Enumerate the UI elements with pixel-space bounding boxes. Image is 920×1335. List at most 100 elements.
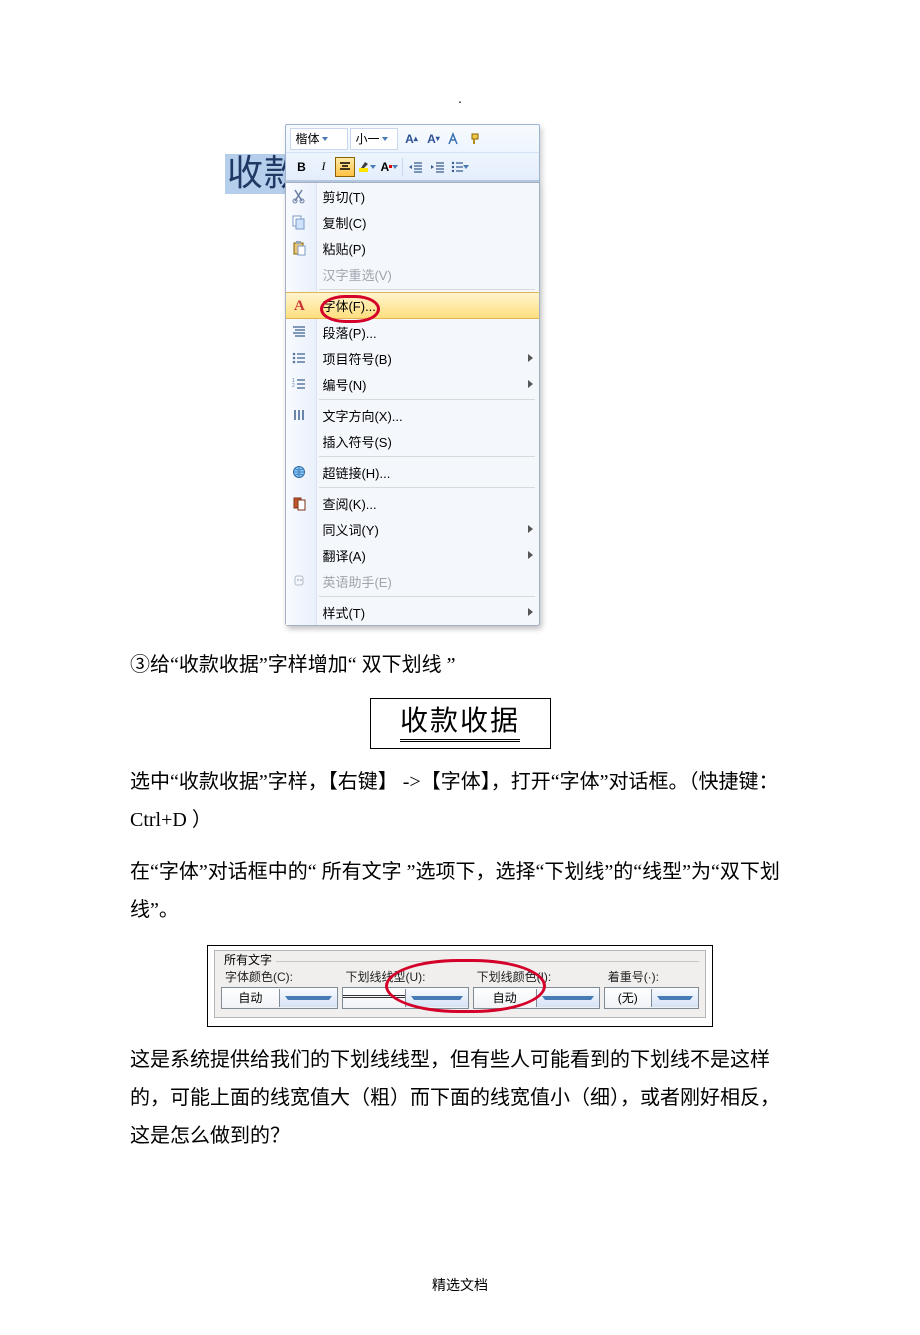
receipt-sample-text: 收款收据 — [400, 706, 520, 742]
lookup-icon — [289, 493, 309, 513]
font-size-value: 小一 — [355, 130, 379, 147]
menu-item-paste[interactable]: 粘贴(P) — [286, 235, 539, 261]
menu-item-lookup[interactable]: 查阅(K)... — [286, 490, 539, 516]
chevron-down-icon — [651, 989, 698, 1007]
decrease-indent-button[interactable] — [406, 157, 426, 177]
submenu-arrow-icon — [528, 354, 533, 362]
chevron-down-icon — [279, 989, 337, 1007]
paragraph-3: 这是系统提供给我们的下划线线型，但有些人可能看到的下划线不是这样的，可能上面的线… — [130, 1041, 790, 1155]
align-center-button[interactable] — [335, 157, 355, 177]
menu-label: 复制(C) — [322, 213, 366, 232]
figure-font-dialog-snippet: 所有文字 字体颜色(C): 自动 下划线线型(U): — [207, 945, 713, 1027]
receipt-sample-box: 收款收据 — [370, 698, 551, 749]
font-dialog-icon: A — [289, 296, 309, 316]
text-direction-icon — [289, 405, 309, 425]
emphasis-dropdown[interactable]: (无) — [604, 987, 699, 1009]
font-size-dropdown[interactable]: 小一 — [350, 128, 398, 150]
highlight-icon — [358, 160, 368, 174]
font-color-dropdown[interactable]: 自动 — [221, 987, 338, 1009]
underline-color-label: 下划线颜色(I): — [477, 968, 600, 985]
menu-label: 超链接(H)... — [322, 463, 390, 482]
menu-item-hyperlink[interactable]: 超链接(H)... — [286, 459, 539, 485]
svg-text:2: 2 — [292, 383, 295, 389]
menu-separator — [319, 456, 535, 457]
menu-label: 汉字重选(V) — [322, 265, 391, 284]
menu-item-insert-symbol[interactable]: 插入符号(S) — [286, 428, 539, 454]
emphasis-value: (无) — [605, 989, 651, 1006]
menu-label: 文字方向(X)... — [322, 406, 402, 425]
menu-item-bullets[interactable]: 项目符号(B) — [286, 345, 539, 371]
menu-label: 同义词(Y) — [322, 520, 378, 539]
increase-indent-icon — [431, 161, 445, 173]
menu-label: 粘贴(P) — [322, 239, 365, 258]
format-painter-button[interactable] — [467, 129, 487, 149]
font-name-value: 楷体 — [295, 130, 319, 147]
menu-item-styles[interactable]: 样式(T) — [286, 599, 539, 625]
menu-label: 段落(P)... — [322, 323, 376, 342]
align-center-icon — [339, 162, 351, 172]
underline-color-dropdown[interactable]: 自动 — [473, 987, 600, 1009]
font-color-button[interactable]: A — [379, 157, 399, 177]
paragraph-icon — [289, 322, 309, 342]
menu-item-reconvert: 汉字重选(V) — [286, 261, 539, 287]
menu-label: 剪切(T) — [322, 187, 365, 206]
menu-label: 样式(T) — [322, 603, 365, 622]
text-effect-icon — [447, 132, 463, 146]
menu-label: 字体(F)... — [322, 296, 375, 315]
font-color-value: 自动 — [222, 989, 279, 1006]
format-painter-icon — [470, 132, 484, 146]
bold-button[interactable]: B — [291, 157, 311, 177]
menu-item-numbering[interactable]: 12 编号(N) — [286, 371, 539, 397]
menu-separator — [319, 289, 535, 290]
chevron-down-icon — [405, 989, 468, 1007]
italic-button[interactable]: I — [313, 157, 333, 177]
submenu-arrow-icon — [528, 380, 533, 388]
hyperlink-icon — [289, 462, 309, 482]
step-heading: ③给“收款收据”字样增加“ 双下划线 ” — [130, 646, 790, 684]
menu-item-synonyms[interactable]: 同义词(Y) — [286, 516, 539, 542]
menu-label: 查阅(K)... — [322, 494, 376, 513]
change-case-button[interactable] — [445, 129, 465, 149]
menu-separator — [319, 596, 535, 597]
chevron-down-icon — [536, 989, 599, 1007]
submenu-arrow-icon — [528, 525, 533, 533]
bullets-icon — [289, 348, 309, 368]
emphasis-label: 着重号(·): — [608, 968, 699, 985]
menu-item-copy[interactable]: 复制(C) — [286, 209, 539, 235]
menu-item-cut[interactable]: 剪切(T) — [286, 183, 539, 209]
chevron-down-icon — [382, 137, 388, 141]
assistant-icon — [289, 571, 309, 591]
underline-color-value: 自动 — [474, 989, 536, 1006]
cut-icon — [289, 186, 309, 206]
font-name-dropdown[interactable]: 楷体 — [290, 128, 348, 150]
menu-item-font[interactable]: A 字体(F)... — [286, 292, 539, 319]
menu-item-text-direction[interactable]: 文字方向(X)... — [286, 402, 539, 428]
highlight-button[interactable] — [357, 157, 377, 177]
increase-indent-button[interactable] — [428, 157, 448, 177]
menu-label: 编号(N) — [322, 375, 366, 394]
double-underline-preview — [343, 995, 405, 1001]
context-menu: 剪切(T) 复制(C) 粘贴(P) 汉字重选(V) A — [285, 182, 540, 626]
menu-separator — [319, 399, 535, 400]
bullet-list-button[interactable] — [450, 157, 470, 177]
top-dot: . — [130, 90, 790, 104]
underline-style-dropdown[interactable] — [342, 987, 469, 1009]
chevron-down-icon — [463, 165, 469, 169]
mini-toolbar: 楷体 小一 A▴ A▾ B I — [285, 124, 540, 182]
shrink-font-button[interactable]: A▾ — [423, 129, 443, 149]
menu-label: 插入符号(S) — [322, 432, 391, 451]
menu-item-translate[interactable]: 翻译(A) — [286, 542, 539, 568]
menu-label: 项目符号(B) — [322, 349, 391, 368]
page-footer: 精选文档 — [130, 1275, 790, 1295]
menu-item-paragraph[interactable]: 段落(P)... — [286, 319, 539, 345]
underline-style-label: 下划线线型(U): — [346, 968, 469, 985]
grow-font-button[interactable]: A▴ — [401, 129, 421, 149]
separator — [402, 158, 403, 176]
menu-item-english-assistant: 英语助手(E) — [286, 568, 539, 594]
menu-separator — [319, 487, 535, 488]
document-page: . 收款 楷体 小一 A▴ A▾ — [0, 0, 920, 1335]
copy-icon — [289, 212, 309, 232]
submenu-arrow-icon — [528, 608, 533, 616]
submenu-arrow-icon — [528, 551, 533, 559]
chevron-down-icon — [322, 137, 328, 141]
